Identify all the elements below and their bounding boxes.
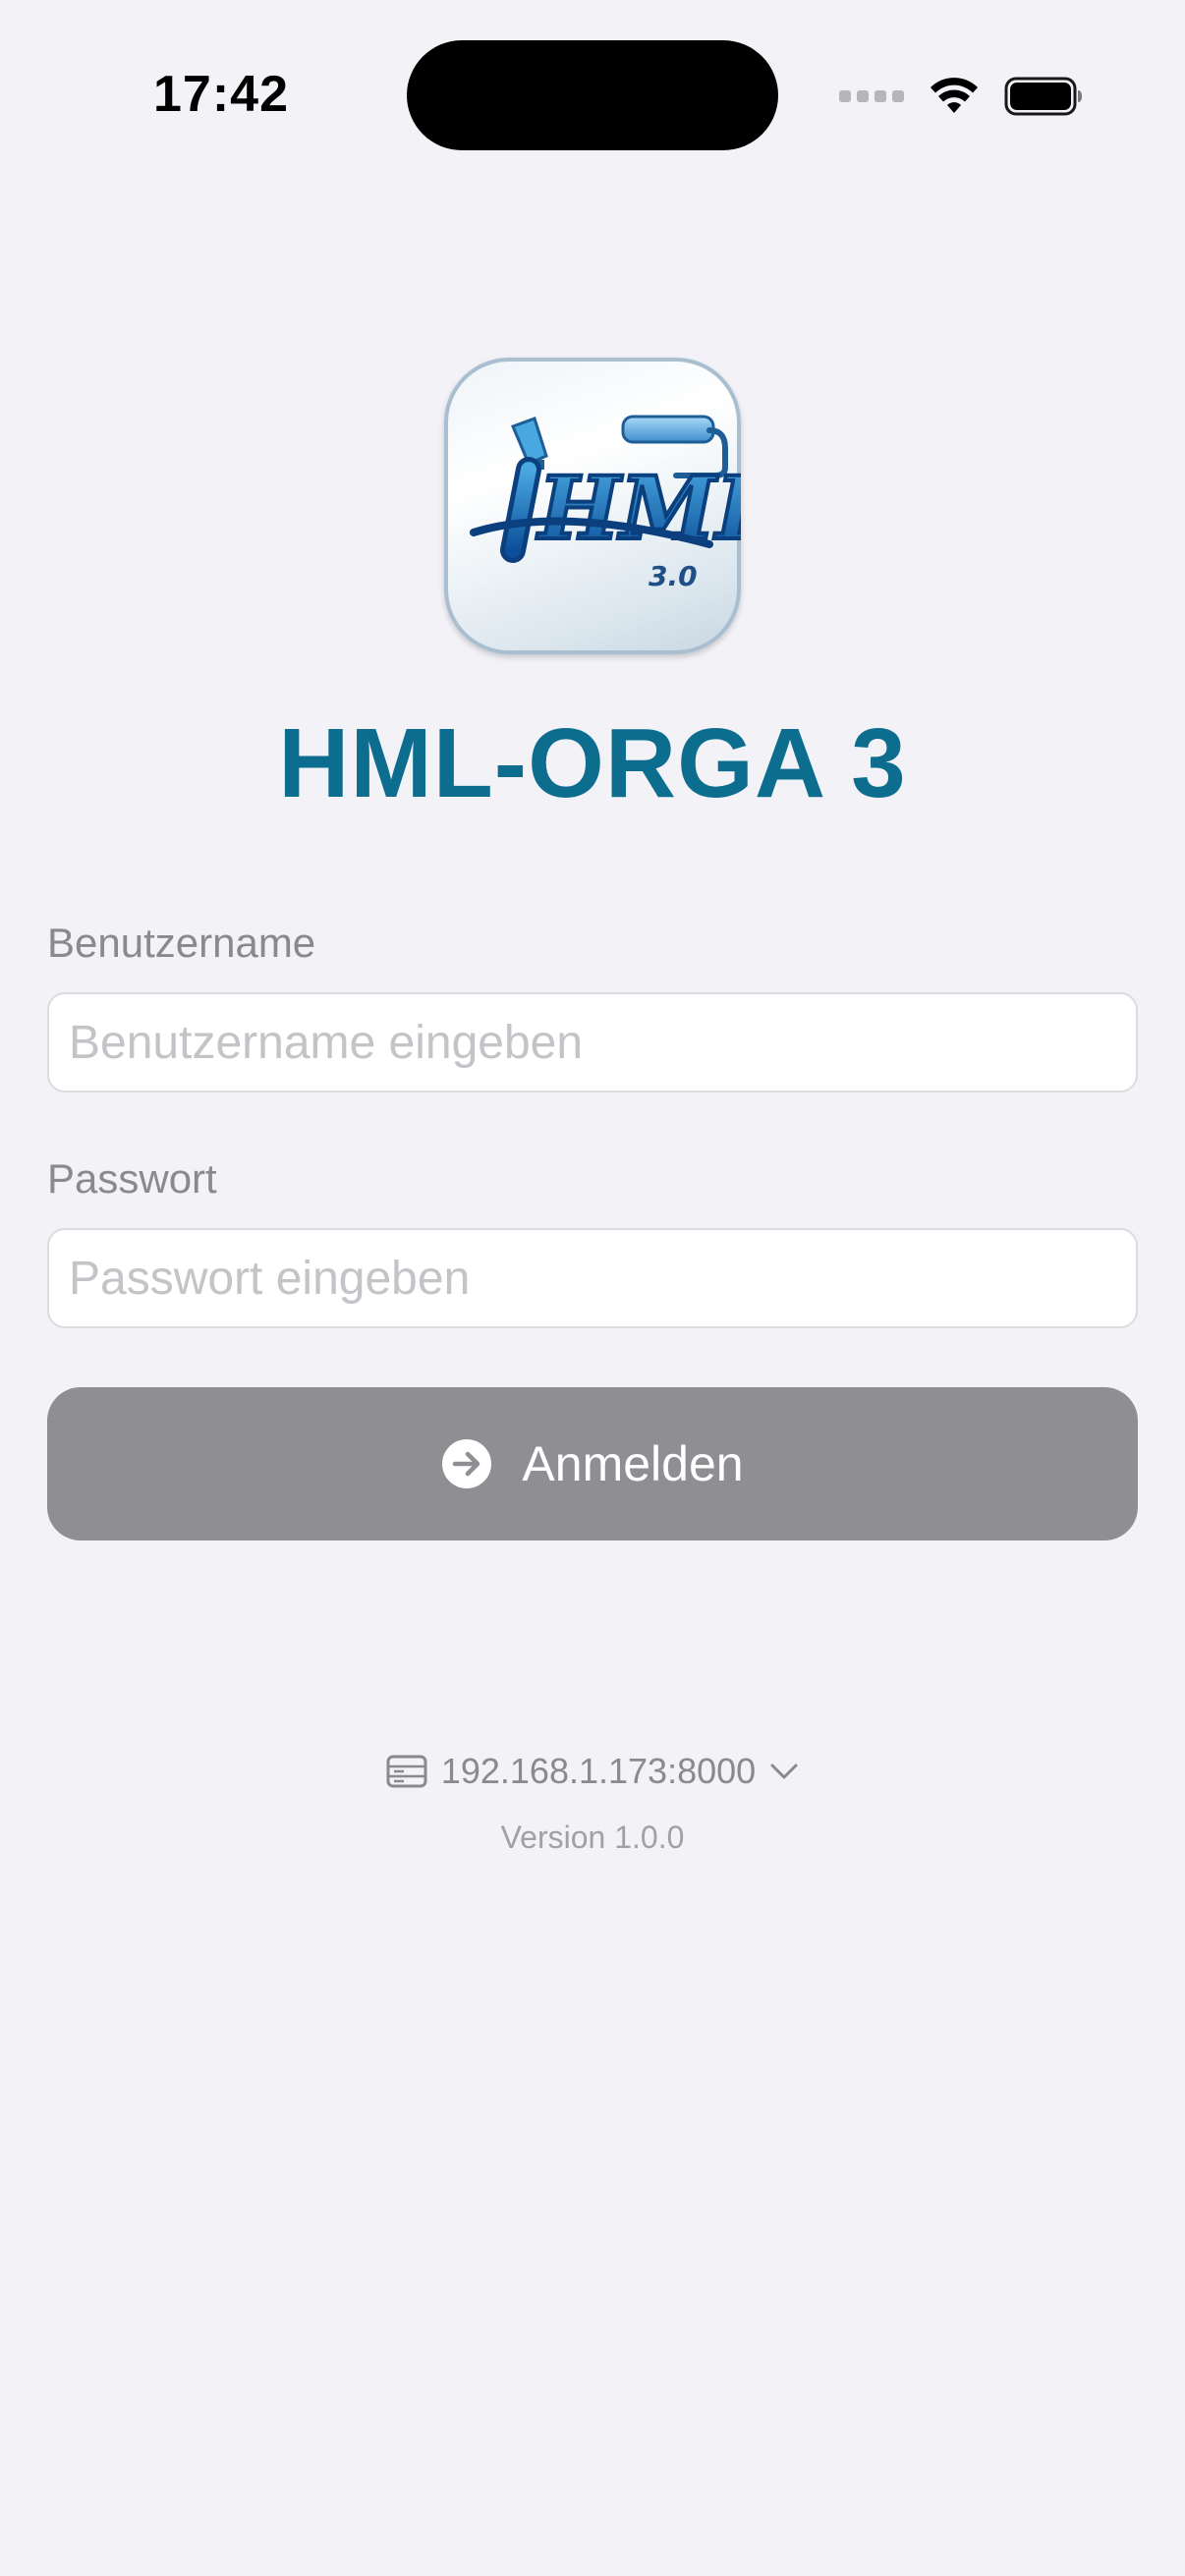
server-selector[interactable]: 192.168.1.173:8000 <box>0 1751 1185 1792</box>
login-button-label: Anmelden <box>522 1436 744 1491</box>
cellular-signal-icon <box>839 90 904 102</box>
wifi-icon <box>931 78 978 113</box>
battery-icon <box>1004 77 1082 116</box>
dynamic-island <box>407 40 778 150</box>
password-label: Passwort <box>47 1155 217 1202</box>
login-button[interactable]: Anmelden <box>47 1387 1138 1540</box>
app-logo-icon: HML 3.0 <box>470 415 741 592</box>
app-title: HML-ORGA 3 <box>278 708 907 818</box>
status-time: 17:42 <box>153 66 289 123</box>
server-address: 192.168.1.173:8000 <box>440 1751 757 1791</box>
username-input[interactable] <box>47 992 1138 1092</box>
chevron-down-icon <box>770 1764 798 1779</box>
server-icon <box>386 1755 427 1788</box>
arrow-right-circle-icon <box>442 1439 492 1488</box>
version-text: Version 1.0.0 <box>500 1820 685 1855</box>
app-logo: HML 3.0 <box>444 358 741 654</box>
username-label: Benutzername <box>47 920 316 966</box>
status-icons <box>839 69 1083 124</box>
logo-version: 3.0 <box>649 560 698 592</box>
password-input[interactable] <box>47 1228 1138 1328</box>
